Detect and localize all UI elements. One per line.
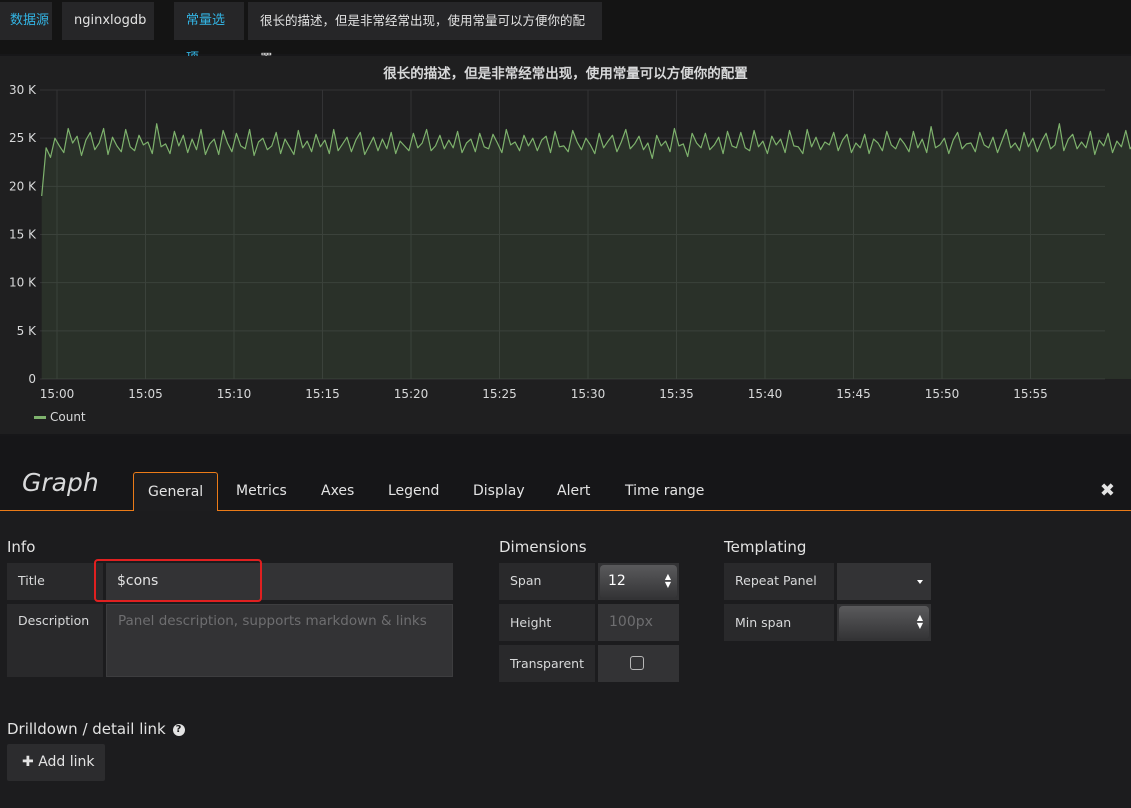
x-tick-label: 15:05	[128, 387, 163, 401]
x-tick-label: 15:40	[748, 387, 783, 401]
template-variable-bar: 数据源 nginxlogdb 常量选项 很长的描述，但是非常经常出现，使用常量可…	[0, 0, 1131, 66]
updown-arrows-icon: ▲ ▼	[664, 572, 671, 589]
transparent-label: Transparent	[499, 645, 595, 682]
height-label: Height	[499, 604, 595, 641]
legend-label: Count	[50, 410, 86, 424]
height-placeholder: 100px	[609, 614, 653, 630]
span-label: Span	[499, 563, 595, 600]
series-area	[41, 123, 1131, 379]
tab-general[interactable]: General	[133, 472, 219, 512]
updown-arrows-icon: ▲ ▼	[916, 613, 923, 630]
y-tick-label: 30 K	[9, 83, 37, 97]
height-input[interactable]: 100px	[598, 604, 679, 641]
templating-section-header: Templating	[724, 538, 807, 556]
x-tick-label: 15:20	[394, 387, 429, 401]
tab-alert[interactable]: Alert	[543, 472, 604, 510]
repeat-panel-label: Repeat Panel	[724, 563, 834, 600]
datasource-variable-label: 数据源	[0, 2, 52, 40]
drilldown-header-text: Drilldown / detail link	[7, 720, 166, 738]
x-tick-label: 15:10	[217, 387, 252, 401]
dimensions-section-header: Dimensions	[499, 538, 587, 556]
tab-legend[interactable]: Legend	[374, 472, 453, 510]
info-section-header: Info	[7, 538, 36, 556]
x-tick-label: 15:15	[305, 387, 340, 401]
highlight-annotation	[94, 559, 262, 602]
min-span-select[interactable]: ▲ ▼	[839, 606, 929, 639]
y-tick-label: 25 K	[9, 131, 37, 145]
add-link-label: Add link	[38, 754, 95, 770]
plus-icon: ✚	[22, 754, 34, 770]
legend-swatch	[34, 416, 46, 419]
x-tick-label: 15:00	[40, 387, 75, 401]
span-select[interactable]: 12 ▲ ▼	[600, 565, 677, 598]
add-link-button[interactable]: ✚ Add link	[7, 744, 105, 781]
y-tick-label: 5 K	[17, 324, 37, 338]
y-tick-label: 20 K	[9, 179, 37, 193]
caret-down-icon	[917, 580, 923, 584]
min-span-label: Min span	[724, 604, 834, 641]
transparent-checkbox[interactable]	[630, 656, 644, 670]
y-tick-label: 15 K	[9, 228, 37, 242]
x-tick-label: 15:30	[571, 387, 606, 401]
editor-title: Graph	[22, 468, 99, 497]
help-icon[interactable]: ?	[172, 723, 185, 736]
close-icon[interactable]: ✖	[1100, 480, 1115, 501]
tab-display[interactable]: Display	[459, 472, 539, 510]
datasource-variable-value: nginxlogdb	[74, 13, 147, 28]
tab-metrics[interactable]: Metrics	[222, 472, 301, 510]
x-tick-label: 15:35	[659, 387, 694, 401]
min-span-field: ▲ ▼	[837, 604, 931, 641]
x-tick-label: 15:50	[925, 387, 960, 401]
span-value: 12	[608, 573, 626, 589]
datasource-variable-dropdown[interactable]: nginxlogdb	[62, 2, 154, 61]
panel-title[interactable]: 很长的描述，但是非常经常出现，使用常量可以方便你的配置	[0, 62, 1131, 82]
drilldown-header: Drilldown / detail link ?	[7, 720, 185, 738]
editor-tabs: General Metrics Axes Legend Display Aler…	[0, 472, 1131, 512]
general-tab-content: Info Title $cons Description Panel descr…	[0, 511, 1131, 808]
title-label: Title	[7, 563, 103, 600]
graph-panel[interactable]: 0 5 K 10 K 15 K 20 K 25 K 30 K 15:00 15:05 15:10 1…	[0, 56, 1131, 434]
graph-chart[interactable]: 0 5 K 10 K 15 K 20 K 25 K 30 K 15:00 15:05 15:10 1…	[0, 56, 1131, 434]
x-tick-label: 15:55	[1013, 387, 1048, 401]
span-field: 12 ▲ ▼	[598, 563, 679, 600]
legend-item-count[interactable]: Count	[34, 410, 86, 424]
x-tick-label: 15:25	[482, 387, 517, 401]
repeat-panel-select[interactable]	[837, 563, 931, 600]
description-textarea[interactable]: Panel description, supports markdown & l…	[106, 604, 453, 677]
description-label: Description	[7, 604, 103, 677]
panel-editor: General Metrics Axes Legend Display Aler…	[0, 436, 1131, 808]
constant-variable-label: 常量选项	[174, 2, 244, 66]
transparent-field	[598, 645, 679, 682]
y-tick-label: 10 K	[9, 276, 37, 290]
description-placeholder: Panel description, supports markdown & l…	[118, 613, 427, 629]
tab-time-range[interactable]: Time range	[611, 472, 718, 510]
constant-variable-dropdown[interactable]: 很长的描述，但是非常经常出现，使用常量可以方便你的配置	[248, 2, 602, 66]
y-tick-label: 0	[28, 372, 36, 386]
x-tick-label: 15:45	[836, 387, 871, 401]
tab-axes[interactable]: Axes	[307, 472, 368, 510]
